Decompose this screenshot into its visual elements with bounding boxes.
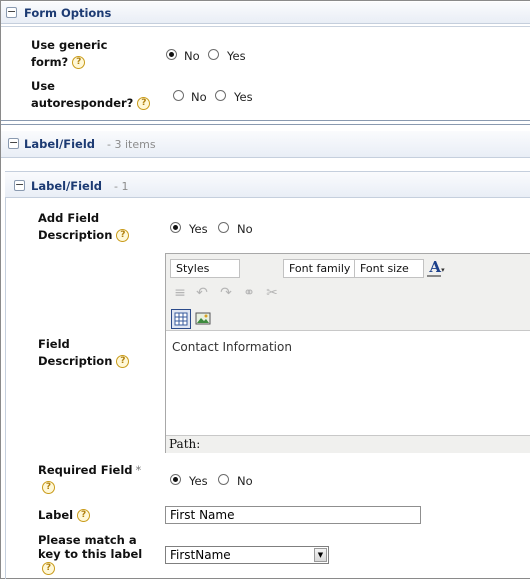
required-field-label: Required Field *? xyxy=(38,463,142,494)
editor-path: Path: xyxy=(166,435,530,453)
font-size-select[interactable]: Font size xyxy=(354,259,424,278)
autoresponder-no-label: No xyxy=(191,90,207,104)
help-icon[interactable]: ? xyxy=(42,562,55,575)
generic-form-yes-label: Yes xyxy=(227,49,246,63)
match-key-label: Please match a key to this label? xyxy=(38,533,143,575)
match-key-selected-value: FirstName xyxy=(170,548,231,562)
add-description-no-label: No xyxy=(237,222,253,236)
required-yes-label: Yes xyxy=(189,474,208,488)
collapse-icon[interactable]: − xyxy=(8,137,19,149)
collapse-icon[interactable]: − xyxy=(6,6,17,18)
chevron-down-icon[interactable]: ▼ xyxy=(314,548,327,562)
help-icon[interactable]: ? xyxy=(42,481,55,494)
label-field-item-header[interactable]: − Label/Field - 1 xyxy=(5,171,530,198)
autoresponder-no-radio[interactable] xyxy=(173,90,184,101)
generic-form-no-radio[interactable] xyxy=(166,49,177,60)
match-key-select[interactable]: FirstName ▼ xyxy=(165,546,329,564)
required-no-label: No xyxy=(237,474,253,488)
help-icon[interactable]: ? xyxy=(72,56,86,69)
autoresponder-label: Use autoresponder?? xyxy=(31,78,161,112)
divider xyxy=(1,120,530,121)
undo-icon[interactable]: ↶ xyxy=(193,284,211,302)
field-description-label: Field Description? xyxy=(38,336,148,370)
text-color-icon[interactable]: A▾ xyxy=(426,258,448,276)
generic-form-label: Use generic form?? xyxy=(31,38,108,69)
editor-toolbar: Styles Font family Font size A▾ ≡ ↶ ↷ ⚭ … xyxy=(166,254,530,331)
add-description-no-radio[interactable] xyxy=(218,222,229,233)
label-field-section-header[interactable]: − Label/Field - 3 items xyxy=(1,131,530,158)
form-options-header[interactable]: − Form Options xyxy=(1,2,530,24)
label-field-section-count: - 3 items xyxy=(107,138,156,151)
label-input[interactable]: First Name xyxy=(165,506,421,524)
divider xyxy=(1,124,530,125)
editor-content[interactable]: Contact Information xyxy=(172,340,292,354)
label-field-label: Label? xyxy=(38,507,148,524)
divider xyxy=(1,26,530,27)
collapse-icon[interactable]: − xyxy=(14,179,25,191)
image-icon[interactable] xyxy=(195,311,211,327)
link-icon[interactable]: ⚭ xyxy=(240,284,258,302)
required-no-radio[interactable] xyxy=(218,474,229,485)
add-description-yes-radio[interactable] xyxy=(170,222,181,233)
label-field-section-title: Label/Field xyxy=(24,137,96,151)
styles-select[interactable]: Styles xyxy=(170,259,240,278)
align-icon[interactable]: ≡ xyxy=(171,284,189,302)
text-color-swatch xyxy=(427,275,441,277)
font-family-select[interactable]: Font family xyxy=(283,259,355,278)
autoresponder-yes-label: Yes xyxy=(234,90,253,104)
help-icon[interactable]: ? xyxy=(137,97,151,110)
table-icon[interactable] xyxy=(171,309,191,329)
redo-icon[interactable]: ↷ xyxy=(217,284,235,302)
generic-form-no-label: No xyxy=(184,49,200,63)
add-description-label: Add Field Description? xyxy=(38,210,148,244)
form-options-title: Form Options xyxy=(24,6,112,20)
help-icon[interactable]: ? xyxy=(116,355,130,368)
generic-form-yes-radio[interactable] xyxy=(208,49,219,60)
required-yes-radio[interactable] xyxy=(170,474,181,485)
help-icon[interactable]: ? xyxy=(116,229,130,242)
rich-text-editor[interactable]: Styles Font family Font size A▾ ≡ ↶ ↷ ⚭ … xyxy=(165,253,530,453)
add-description-yes-label: Yes xyxy=(189,222,208,236)
required-marker: * xyxy=(135,463,142,477)
label-field-item-count: - 1 xyxy=(114,180,129,193)
unlink-icon[interactable]: ✂ xyxy=(263,284,281,302)
help-icon[interactable]: ? xyxy=(77,509,91,522)
label-field-item-title: Label/Field xyxy=(31,179,103,193)
autoresponder-yes-radio[interactable] xyxy=(215,90,226,101)
item-left-border xyxy=(5,198,6,579)
